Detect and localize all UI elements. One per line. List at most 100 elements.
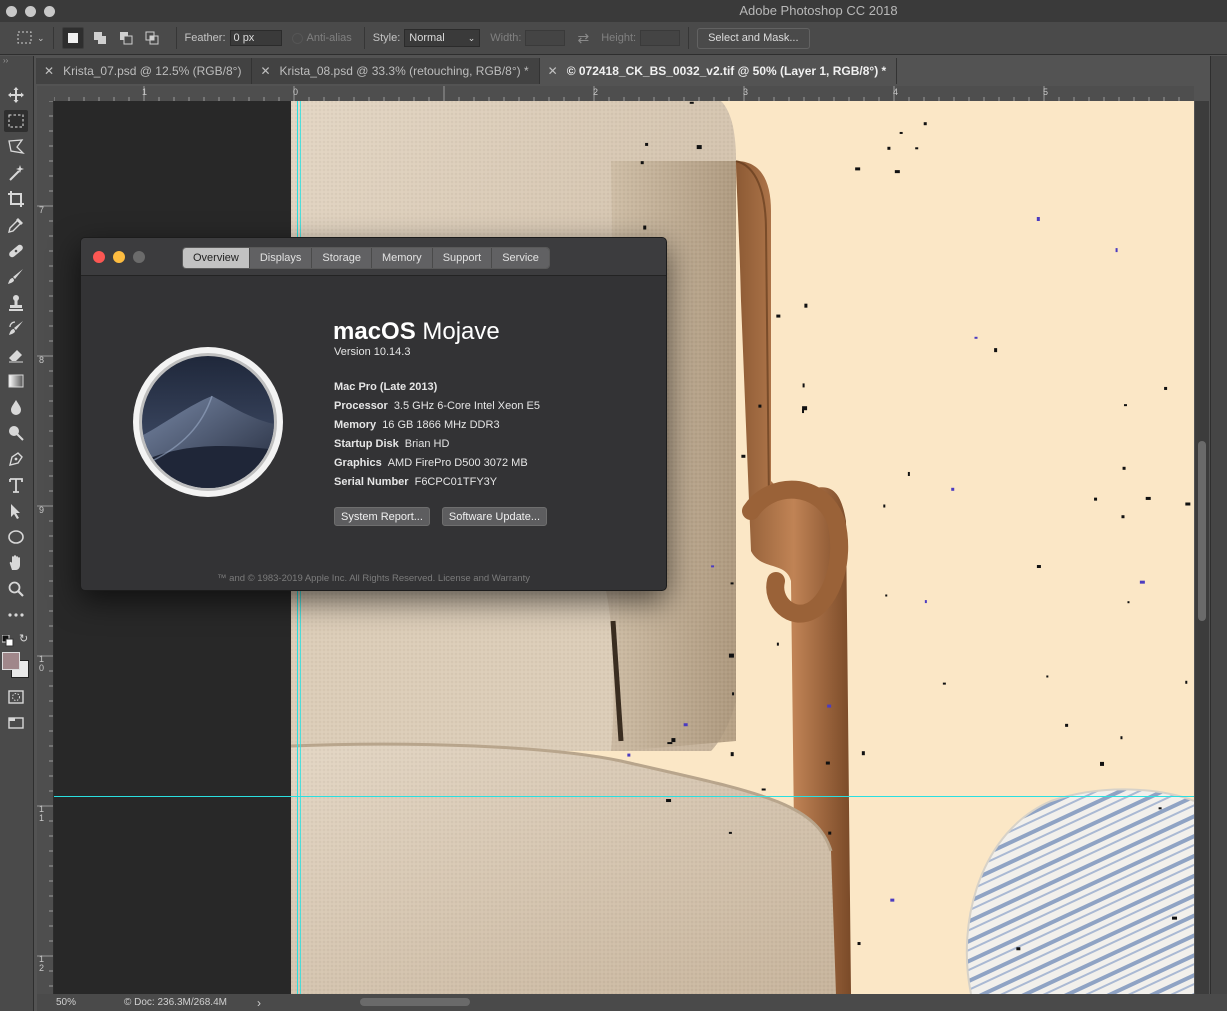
feather-input[interactable] [229,30,282,46]
eyedropper-tool[interactable] [4,214,28,236]
close-icon[interactable]: ✕ [548,64,558,78]
intersect-selection-button[interactable] [142,28,162,48]
clone-stamp-tool[interactable] [4,292,28,314]
copyright-footer[interactable]: ™ and © 1983-2019 Apple Inc. All Rights … [81,573,666,584]
more-dots-icon [8,613,24,617]
healing-brush-tool[interactable] [4,240,28,262]
tab-label: Krista_08.psd @ 33.3% (retouching, RGB/8… [279,64,529,78]
tab-service[interactable]: Service [492,248,549,268]
tab-displays[interactable]: Displays [249,248,313,268]
horizontal-ruler[interactable]: 1 0 2 3 4 5 [54,86,1194,102]
status-menu-arrow[interactable]: › [257,996,261,1010]
window-controls [93,251,145,263]
add-to-selection-button[interactable] [90,28,110,48]
tab-krista-08[interactable]: ✕ Krista_08.psd @ 33.3% (retouching, RGB… [252,58,540,84]
crop-tool[interactable] [4,188,28,210]
style-select[interactable]: Normal ⌄ [404,29,481,47]
ruler-origin[interactable] [37,86,55,102]
divider [52,27,54,49]
type-tool[interactable] [4,474,28,496]
document-tabs: ✕ Krista_07.psd @ 12.5% (RGB/8°) ✕ Krist… [36,56,1227,84]
brush-tool[interactable] [4,266,28,288]
blur-tool[interactable] [4,396,28,418]
stamp-icon [9,295,23,311]
edit-toolbar-button[interactable] [4,604,28,626]
new-selection-button[interactable] [61,27,84,49]
horizontal-guide[interactable] [54,796,1194,797]
tab-support[interactable]: Support [432,248,493,268]
magic-wand-tool[interactable] [4,162,28,184]
about-tabs: Overview Displays Storage Memory Support… [182,247,550,269]
type-icon [9,478,23,493]
options-bar: ⌄ Feather: Anti-alias Style: Normal ⌄ Wi… [0,22,1227,55]
rectangular-marquee-tool[interactable] [4,110,28,132]
close-button[interactable] [93,251,105,263]
zoom-level[interactable]: 50% [56,997,116,1008]
width-input[interactable] [525,30,566,46]
pen-tool[interactable] [4,448,28,470]
tab-memory[interactable]: Memory [371,248,433,268]
new-selection-icon [67,33,78,43]
ruler-number: 8 [39,355,45,365]
zoom-button[interactable] [133,251,145,263]
about-this-mac-window: Overview Displays Storage Memory Support… [80,237,667,591]
vertical-ruler[interactable]: 7 8 9 1 0 1 1 1 2 [37,101,54,994]
tab-overview[interactable]: Overview [183,248,250,268]
history-brush-icon [9,321,23,335]
ruler-ticks [37,101,53,987]
default-colors-icon[interactable] [1,634,14,652]
move-tool[interactable] [4,84,28,106]
zoom-tool[interactable] [4,578,28,600]
panel-collapse-icon[interactable]: ›› [3,56,8,65]
spec-key: Processor [334,400,388,412]
marquee-tool-preset-picker[interactable]: ⌄ [16,30,45,46]
foreground-color-swatch[interactable] [2,652,20,670]
path-selection-tool[interactable] [4,500,28,522]
drop-icon [11,400,21,415]
tab-storage[interactable]: Storage [312,248,372,268]
subtract-from-selection-button[interactable] [116,28,136,48]
chevron-down-icon: ⌄ [467,32,476,43]
swap-width-height-icon[interactable]: ⇄ [577,30,589,47]
close-icon[interactable]: ✕ [260,64,270,78]
ruler-number: 3 [743,87,749,97]
hand-tool[interactable] [4,552,28,574]
magic-wand-icon [9,165,24,181]
spec-key: Graphics [334,457,382,469]
tab-krista-07[interactable]: ✕ Krista_07.psd @ 12.5% (RGB/8°) [36,58,253,84]
quick-mask-button[interactable] [4,686,28,708]
software-update-button[interactable]: Software Update... [441,507,548,526]
vertical-scrollbar[interactable] [1195,101,1209,994]
screen-mode-button[interactable] [4,712,28,734]
collapsed-panel-dock[interactable] [1210,56,1227,1011]
close-icon[interactable]: ✕ [44,64,54,78]
tab-072418-ck-bs[interactable]: ✕ © 072418_CK_BS_0032_v2.tif @ 50% (Laye… [539,58,898,84]
swap-colors-icon[interactable]: ↻ [19,632,28,645]
ruler-number: 5 [1043,87,1049,97]
spec-key: Memory [334,419,377,431]
ruler-number: 0 [293,87,299,97]
ruler-number: 7 [39,205,45,215]
divider [175,27,177,49]
horizontal-scrollbar-thumb[interactable] [360,998,470,1006]
subtract-selection-icon [119,32,133,45]
antialias-checkbox[interactable] [291,32,303,44]
lasso-tool[interactable] [4,136,28,158]
height-input[interactable] [640,30,681,46]
select-and-mask-button[interactable]: Select and Mask... [697,27,810,49]
history-brush-tool[interactable] [4,318,28,340]
tab-label: © 072418_CK_BS_0032_v2.tif @ 50% (Layer … [566,64,887,78]
ellipse-icon [8,530,24,544]
dodge-tool[interactable] [4,422,28,444]
system-report-button[interactable]: System Report... [334,507,430,526]
spec-value: 16 GB 1866 MHz DDR3 [382,419,500,431]
eraser-tool[interactable] [4,344,28,366]
magnifier-icon [8,581,24,597]
scrollbar-thumb[interactable] [1198,441,1206,621]
brush-icon [8,269,23,284]
hand-icon [9,555,20,570]
ellipse-tool[interactable] [4,526,28,548]
minimize-button[interactable] [113,251,125,263]
gradient-icon [8,374,24,388]
gradient-tool[interactable] [4,370,28,392]
